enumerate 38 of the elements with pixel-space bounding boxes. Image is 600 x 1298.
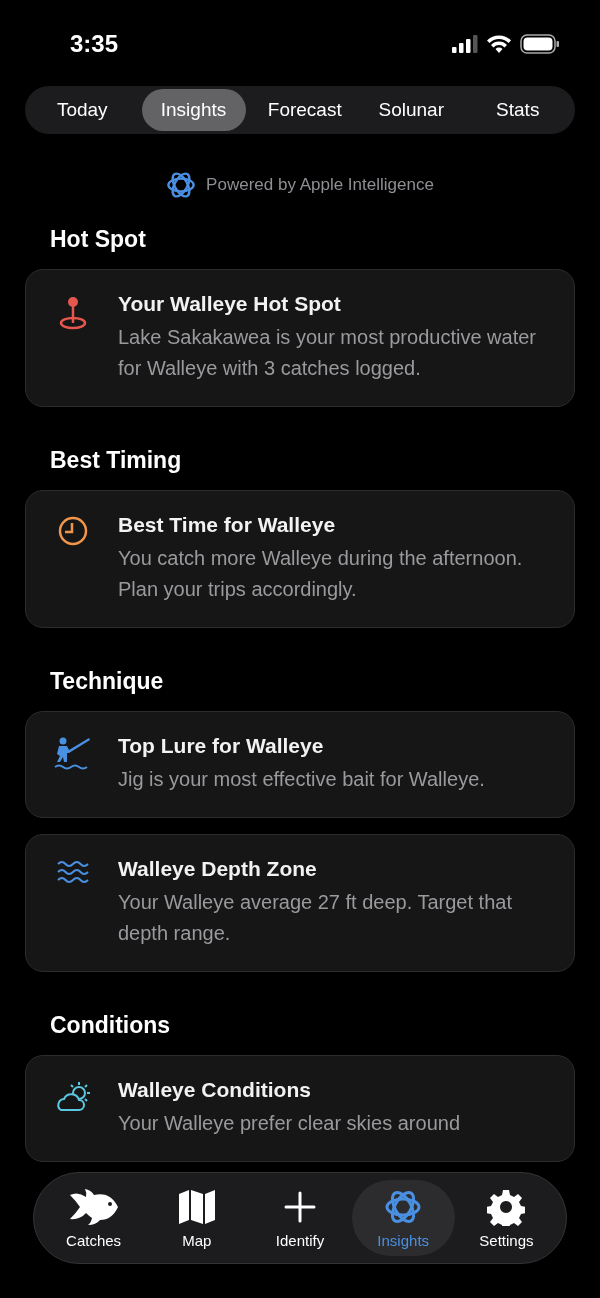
segment-tab[interactable]: Insights (141, 89, 246, 131)
tab-bar-item[interactable]: Settings (454, 1180, 558, 1256)
section-heading: Hot Spot (50, 226, 147, 253)
settings-icon (487, 1187, 526, 1226)
segment-tab[interactable]: Solunar (358, 89, 465, 131)
card-title: Your Walleye Hot Spot (118, 292, 342, 316)
card-title: Top Lure for Walleye (118, 734, 325, 758)
segment-tab[interactable]: Forecast (251, 89, 358, 131)
fisherman-icon (54, 736, 92, 770)
map-icon (177, 1188, 216, 1225)
card-text: Lake Sakakawea is your most productive water for Walleye with 3 catches logged. (118, 325, 537, 381)
segment-tab[interactable]: Stats (464, 89, 571, 131)
card-text: Jig is your most effective bait for Walleye. (118, 767, 486, 792)
intelligence-icon (166, 170, 197, 200)
card-text: Your Walleye prefer clear skies around (118, 1111, 462, 1136)
powered-by-label: Powered by Apple Intelligence (206, 175, 434, 195)
wifi-icon (486, 34, 512, 54)
card-title: Walleye Depth Zone (118, 857, 318, 881)
clock-icon (57, 515, 89, 547)
tab-bar-item[interactable]: Identify (248, 1180, 352, 1256)
waves-icon (56, 859, 90, 885)
status-time: 3:35 (70, 30, 119, 58)
section-heading: Best Timing (50, 447, 183, 474)
card-text: You catch more Walleye during the afternoon. Plan your trips accordingly. (118, 546, 524, 602)
battery-icon (520, 34, 560, 54)
tab-bar-item[interactable]: Map (145, 1180, 249, 1256)
plus-icon (284, 1190, 316, 1223)
card-title: Walleye Conditions (118, 1078, 312, 1102)
signal-icon (452, 35, 478, 53)
section-heading: Technique (50, 668, 165, 695)
map-pin-icon (58, 294, 88, 330)
fish-icon (67, 1188, 120, 1225)
card-title: Best Time for Walleye (118, 513, 337, 537)
tab-bar-item[interactable]: Insights (351, 1180, 455, 1256)
segment-tab[interactable]: Today (29, 89, 136, 131)
section-heading: Conditions (50, 1012, 172, 1039)
tab-bar-item[interactable]: Catches (42, 1180, 146, 1256)
card-text: Your Walleye average 27 ft deep. Target that depth range. (118, 890, 513, 946)
